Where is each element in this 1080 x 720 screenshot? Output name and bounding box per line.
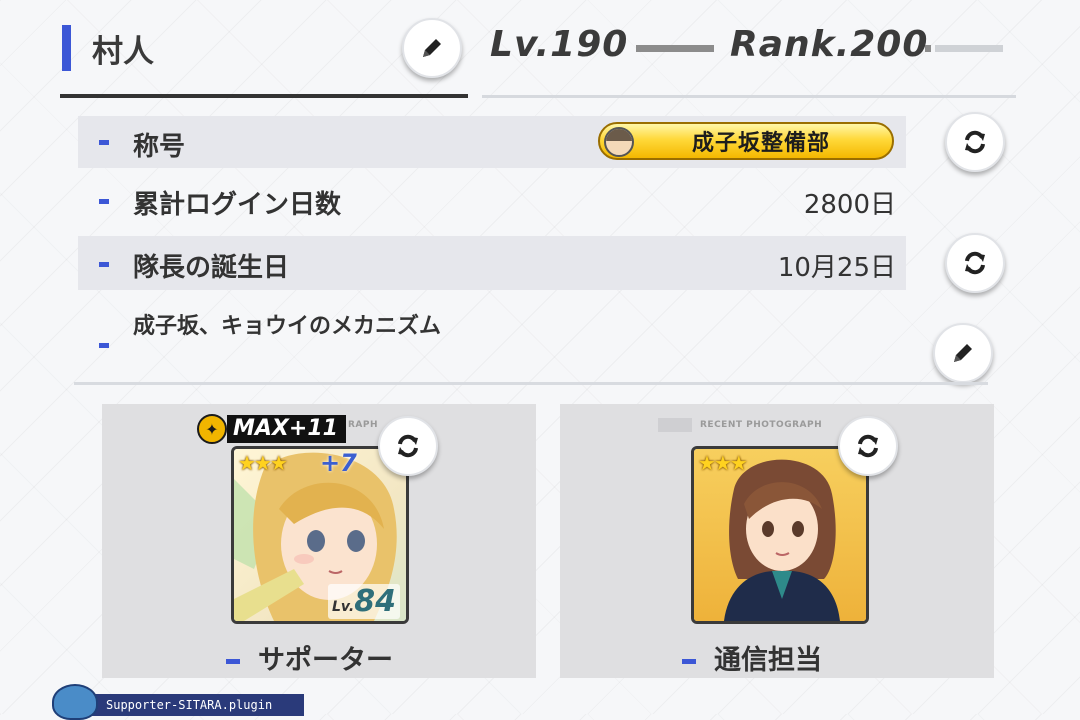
change-communicator-button[interactable] (838, 416, 898, 476)
edit-name-button[interactable] (402, 18, 462, 78)
change-title-button[interactable] (945, 112, 1005, 172)
supporter-card[interactable]: ★★★ +7 Lv.84 (231, 446, 409, 624)
edit-comment-button[interactable] (933, 323, 993, 383)
title-badge: 成子坂整備部 (598, 122, 894, 160)
pencil-icon (423, 39, 441, 57)
row-bullet (99, 262, 109, 267)
caption-bullet (226, 659, 240, 664)
refresh-icon (965, 251, 985, 275)
comment-text: 成子坂、キョウイのメカニズム (133, 314, 442, 339)
communicator-caption-text: 通信担当 (714, 645, 822, 676)
medal-icon: ✦ (197, 414, 227, 444)
row-bullet (99, 140, 109, 145)
recent-photograph-label: RECENT PHOTOGRAPH (700, 420, 823, 430)
badge-avatar-icon (604, 127, 634, 157)
refresh-icon (965, 130, 985, 154)
plugin-label-bar: Supporter-SITARA.plugin (92, 694, 304, 716)
header-divider (482, 95, 1016, 98)
birthday-value: 10月25日 (777, 253, 896, 283)
elephant-icon (52, 684, 98, 720)
player-level: Lv.190 (490, 24, 629, 65)
supporter-level-value: 84 (354, 584, 396, 619)
max-limit-badge: ✦ MAX+11 (197, 413, 346, 445)
header-accent-bar (62, 25, 71, 71)
supporter-stars: ★★★ (238, 451, 288, 475)
birthday-label: 隊長の誕生日 (133, 253, 290, 283)
supporter-level: Lv.84 (328, 584, 400, 619)
login-days-row: 累計ログイン日数 2800日 (78, 172, 906, 228)
supporter-caption-text: サポーター (258, 645, 393, 676)
title-badge-text: 成子坂整備部 (691, 131, 830, 156)
pencil-icon (954, 344, 972, 362)
rank-gauge-fill (925, 45, 931, 52)
supporter-caption: サポーター (226, 638, 393, 677)
change-supporter-button[interactable] (378, 416, 438, 476)
rank-gauge-track (935, 45, 1003, 52)
caption-bullet (682, 659, 696, 664)
supporter-plus-value: +7 (320, 449, 357, 477)
change-birthday-button[interactable] (945, 233, 1005, 293)
refresh-icon (858, 434, 878, 458)
comment-divider (74, 382, 988, 385)
supporter-level-prefix: Lv. (332, 599, 355, 615)
player-name: 村人 (92, 34, 154, 70)
row-bullet (99, 199, 109, 204)
player-rank: Rank.200 (730, 24, 929, 65)
comment-row: 成子坂、キョウイのメカニズム (78, 300, 906, 380)
communicator-caption: 通信担当 (682, 638, 822, 677)
refresh-icon (398, 434, 418, 458)
supporter-panel-label: RAPH (348, 420, 379, 430)
communicator-stars: ★★★ (698, 451, 748, 475)
login-days-value: 2800日 (803, 190, 896, 220)
communicator-card[interactable]: ★★★ (691, 446, 869, 624)
row-bullet (99, 343, 109, 348)
photo-placeholder-icon (658, 418, 692, 432)
level-gauge (636, 45, 714, 52)
max-limit-text: MAX+11 (227, 415, 346, 443)
title-label: 称号 (133, 132, 186, 162)
birthday-row: 隊長の誕生日 10月25日 (78, 236, 906, 290)
header-divider-active (60, 94, 468, 98)
login-days-label: 累計ログイン日数 (133, 190, 342, 220)
